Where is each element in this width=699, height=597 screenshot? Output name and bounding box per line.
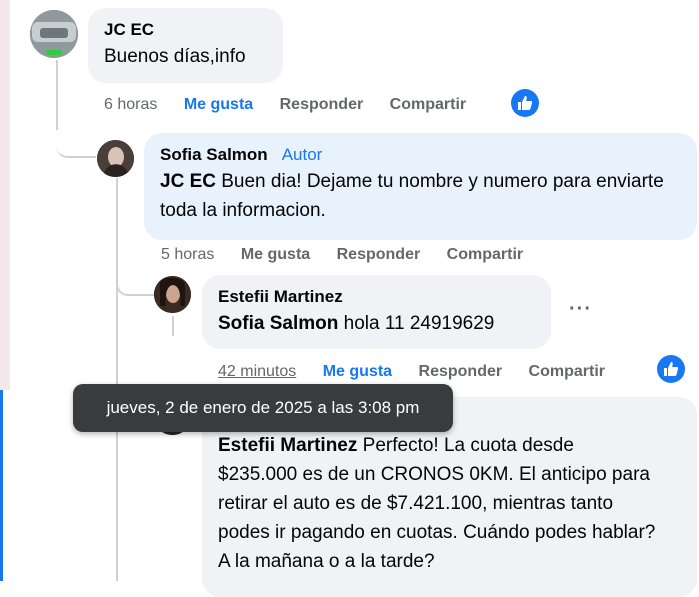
comment-bubble: Estefii Martinez Sofia Salmon hola 11 24… [202,275,551,349]
avatar-estefii-martinez[interactable] [154,276,191,313]
like-button[interactable]: Me gusta [323,363,392,380]
reply-button[interactable]: Responder [280,96,364,113]
comment-author[interactable]: JC EC [104,20,267,40]
comment-body: hola 11 24919629 [338,313,495,334]
thread-line [172,316,174,336]
mention-link[interactable]: Estefii Martinez [218,435,357,456]
comment-header: Sofia Salmon Autor [160,145,681,165]
comment-bubble: JC EC Buenos días,info [88,8,283,83]
like-button[interactable]: Me gusta [184,96,253,113]
thread-line [116,178,118,581]
avatar-jc-ec[interactable] [30,10,78,58]
avatar-sofia-salmon[interactable] [97,140,134,177]
left-edge-highlight [0,390,10,581]
comment-time[interactable]: 6 horas [104,96,157,113]
comment-bubble-author: Sofia Salmon Autor JC EC Buen dia! Dejame… [144,133,697,240]
comment-actions: 6 horas Me gusta Responder Compartir [104,96,488,114]
more-options-button[interactable]: ··· [569,298,592,321]
timestamp-tooltip: jueves, 2 de enero de 2025 a las 3:08 pm [73,384,453,432]
like-button[interactable]: Me gusta [241,246,310,263]
mention-link[interactable]: Sofia Salmon [218,313,338,334]
comment-actions: 5 horas Me gusta Responder Compartir [161,246,545,264]
mention-link[interactable]: JC EC [160,171,216,192]
comment-text: Buenos días,info [104,46,246,67]
comment-text: Estefii Martinez Perfecto! La cuota desd… [218,431,658,576]
comment-text: Sofia Salmon hola 11 24919629 [218,309,535,338]
thread-curve [116,258,158,296]
thread-curve [56,110,96,158]
share-button[interactable]: Compartir [390,96,466,113]
comment-actions: 42 minutos Me gusta Responder Compartir [218,363,627,381]
comment-time[interactable]: 5 horas [161,246,214,263]
comment-time[interactable]: 42 minutos [218,363,296,380]
comment-author[interactable]: Sofia Salmon [160,145,268,164]
share-button[interactable]: Compartir [447,246,523,263]
left-edge-strip [0,0,10,390]
comment-author[interactable]: Estefii Martinez [218,287,535,307]
reply-button[interactable]: Responder [337,246,421,263]
comment-text: JC EC Buen dia! Dejame tu nombre y numer… [160,167,681,225]
comment-body: Buen dia! Dejame tu nombre y numero para… [160,171,664,221]
share-button[interactable]: Compartir [529,363,605,380]
author-tag: Autor [281,145,323,164]
like-reaction-icon[interactable] [511,89,539,117]
like-reaction-icon[interactable] [657,355,685,383]
reply-button[interactable]: Responder [419,363,503,380]
